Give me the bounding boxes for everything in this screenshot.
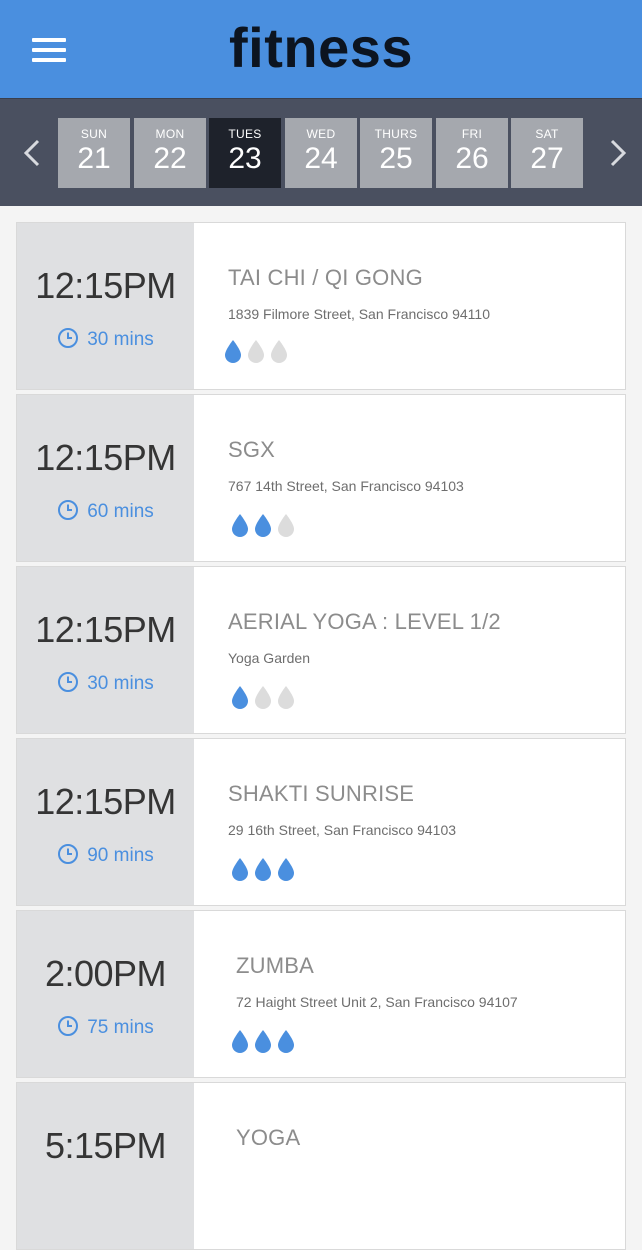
day-name: MON <box>155 127 185 141</box>
drop-icon <box>231 857 249 886</box>
class-title: TAI CHI / QI GONG <box>228 265 423 290</box>
intensity-rating <box>231 513 300 537</box>
day-name: TUES <box>228 127 262 141</box>
class-time: 12:15PM <box>35 265 176 306</box>
class-time-panel: 12:15PM 60 mins <box>17 395 194 561</box>
brand-title: fitness <box>229 16 413 79</box>
class-time: 5:15PM <box>44 1125 167 1166</box>
clock-icon <box>57 499 79 527</box>
intensity-rating <box>231 685 300 709</box>
day-sat[interactable]: SAT 27 <box>511 118 583 188</box>
day-number: 27 <box>530 142 564 175</box>
class-time-panel: 12:15PM 30 mins <box>17 223 194 389</box>
duration-text: 30 mins <box>87 673 154 694</box>
class-time-panel: 12:15PM 30 mins <box>17 567 194 733</box>
day-number: 23 <box>228 142 262 175</box>
drop-icon <box>254 857 272 886</box>
drop-icon <box>277 857 295 886</box>
date-selector: SUN 21 MON 22 TUES 23 WED 24 THURS 25 FRI 26 SAT 27 <box>0 98 642 206</box>
day-number: 26 <box>455 142 489 175</box>
class-title: YOGA <box>236 1125 301 1150</box>
class-duration: 90 mins <box>17 843 194 871</box>
class-title: SHAKTI SUNRISE <box>228 781 415 806</box>
class-duration: 30 mins <box>17 327 194 355</box>
class-title: ZUMBA <box>236 953 314 978</box>
drop-icon <box>231 1029 249 1058</box>
day-name: SUN <box>80 127 108 141</box>
class-time: 12:15PM <box>35 781 176 822</box>
day-tues[interactable]: TUES 23 <box>209 118 281 188</box>
drop-icon <box>231 685 249 714</box>
duration-text: 90 mins <box>87 845 154 866</box>
drop-icon <box>231 513 249 542</box>
intensity-rating <box>231 857 300 881</box>
chevron-left-icon <box>23 139 40 167</box>
class-time-panel: 2:00PM 75 mins <box>17 911 194 1077</box>
drop-icon <box>277 685 295 714</box>
class-time: 12:15PM <box>35 609 176 650</box>
chevron-right-icon <box>610 139 627 167</box>
class-duration: 30 mins <box>17 671 194 699</box>
drop-icon <box>254 685 272 714</box>
class-duration: 60 mins <box>17 499 194 527</box>
day-number: 21 <box>77 142 111 175</box>
clock-icon <box>57 843 79 871</box>
clock-icon <box>57 671 79 699</box>
class-duration: 75 mins <box>17 1015 194 1043</box>
day-name: FRI <box>461 127 483 141</box>
next-week-button[interactable] <box>592 99 642 207</box>
intensity-rating <box>224 339 293 363</box>
day-name: WED <box>306 127 336 141</box>
class-card[interactable]: 5:15PM YOGA <box>16 1082 626 1250</box>
day-sun[interactable]: SUN 21 <box>58 118 130 188</box>
clock-icon <box>57 327 79 355</box>
drop-icon <box>254 513 272 542</box>
class-card[interactable]: 12:15PM 90 mins SHAKTI SUNRISE 29 16th Stre… <box>16 738 626 906</box>
day-thurs[interactable]: THURS 25 <box>360 118 432 188</box>
day-number: 24 <box>304 142 338 175</box>
day-fri[interactable]: FRI 26 <box>436 118 508 188</box>
class-address: 1839 Filmore Street, San Francisco 94110 <box>228 306 490 322</box>
duration-text: 30 mins <box>87 329 154 350</box>
previous-week-button[interactable] <box>6 99 56 207</box>
class-time: 12:15PM <box>35 437 176 478</box>
drop-icon <box>224 339 242 368</box>
drop-icon <box>254 1029 272 1058</box>
day-wed[interactable]: WED 24 <box>285 118 357 188</box>
class-time-panel: 5:15PM <box>17 1083 194 1249</box>
class-title: AERIAL YOGA : LEVEL 1/2 <box>228 609 501 634</box>
class-title: SGX <box>228 437 276 462</box>
day-number: 22 <box>153 142 187 175</box>
clock-icon <box>57 1015 79 1043</box>
duration-text: 75 mins <box>87 1017 154 1038</box>
class-address: 29 16th Street, San Francisco 94103 <box>228 822 457 838</box>
duration-text: 60 mins <box>87 501 154 522</box>
class-address: 767 14th Street, San Francisco 94103 <box>228 478 464 494</box>
drop-icon <box>277 1029 295 1058</box>
class-time: 2:00PM <box>44 953 167 994</box>
class-card[interactable]: 12:15PM 30 mins AERIAL YOGA : LEVEL 1/2 Yog… <box>16 566 626 734</box>
class-address: Yoga Garden <box>228 650 310 666</box>
intensity-rating <box>231 1029 300 1053</box>
day-name: THURS <box>374 127 418 141</box>
class-address: 72 Haight Street Unit 2, San Francisco 9… <box>236 994 518 1010</box>
app-header: fitness <box>0 0 642 98</box>
class-card[interactable]: 12:15PM 30 mins TAI CHI / QI GONG 1839 Film… <box>16 222 626 390</box>
drop-icon <box>277 513 295 542</box>
class-time-panel: 12:15PM 90 mins <box>17 739 194 905</box>
drop-icon <box>270 339 288 368</box>
class-card[interactable]: 12:15PM 60 mins SGX 767 14th Street, San Fr… <box>16 394 626 562</box>
day-name: SAT <box>535 127 559 141</box>
day-number: 25 <box>379 142 413 175</box>
day-mon[interactable]: MON 22 <box>134 118 206 188</box>
class-card[interactable]: 2:00PM 75 mins ZUMBA 72 Haight Street Unit … <box>16 910 626 1078</box>
drop-icon <box>247 339 265 368</box>
